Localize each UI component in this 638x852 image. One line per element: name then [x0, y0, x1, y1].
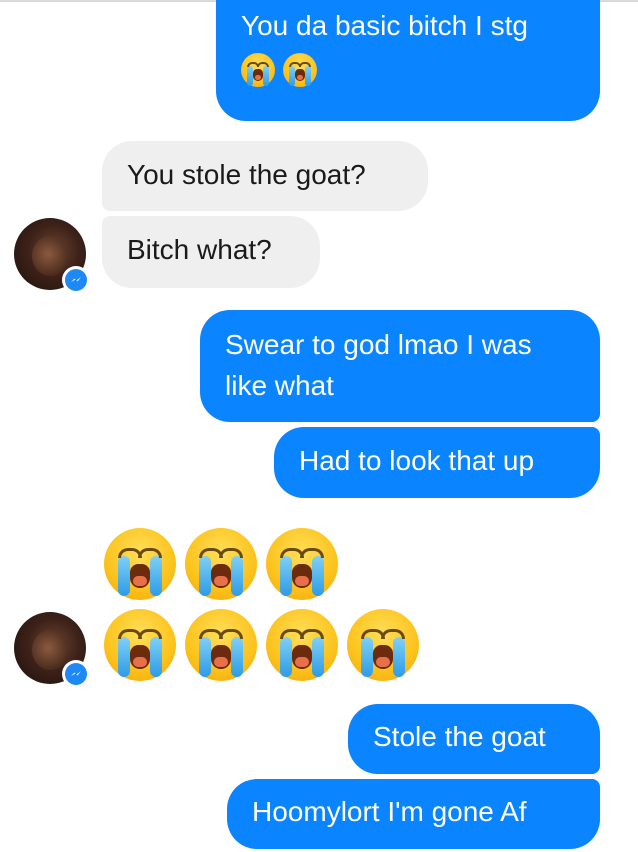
message-bubble-outgoing[interactable]: Had to look that up	[274, 427, 600, 498]
emoji-row	[104, 609, 419, 681]
message-text: Bitch what?	[127, 234, 272, 265]
crying-emoji	[241, 52, 275, 87]
messenger-icon	[71, 671, 81, 676]
messenger-badge	[62, 266, 90, 294]
crying-emoji	[266, 528, 338, 600]
message-text: Swear to god lmao I was like what	[225, 329, 532, 401]
contact-avatar[interactable]	[14, 612, 90, 688]
crying-emoji	[347, 609, 419, 681]
crying-emoji	[185, 609, 257, 681]
message-text: You stole the goat?	[127, 159, 366, 190]
message-bubble-incoming[interactable]: Bitch what?	[102, 216, 320, 288]
message-bubble-incoming[interactable]: You stole the goat?	[102, 141, 428, 211]
message-text: Hoomylort I'm gone Af	[252, 796, 527, 827]
crying-emoji	[104, 609, 176, 681]
message-text: Stole the goat	[373, 721, 546, 752]
avatar-face	[32, 236, 68, 276]
avatar-face	[32, 630, 68, 670]
contact-avatar[interactable]	[14, 218, 90, 294]
message-text: Had to look that up	[299, 445, 535, 476]
crying-emoji	[104, 528, 176, 600]
crying-emoji	[266, 609, 338, 681]
message-text: You da basic bitch I stg	[241, 10, 528, 41]
crying-emoji	[283, 52, 317, 87]
messenger-badge	[62, 660, 90, 688]
message-bubble-outgoing[interactable]: You da basic bitch I stg	[216, 0, 600, 121]
messenger-icon	[71, 277, 81, 282]
message-bubble-outgoing[interactable]: Stole the goat	[348, 704, 600, 774]
crying-emoji	[185, 528, 257, 600]
message-bubble-outgoing[interactable]: Hoomylort I'm gone Af	[227, 779, 600, 849]
emoji-row	[104, 528, 338, 600]
message-bubble-outgoing[interactable]: Swear to god lmao I was like what	[200, 310, 600, 422]
